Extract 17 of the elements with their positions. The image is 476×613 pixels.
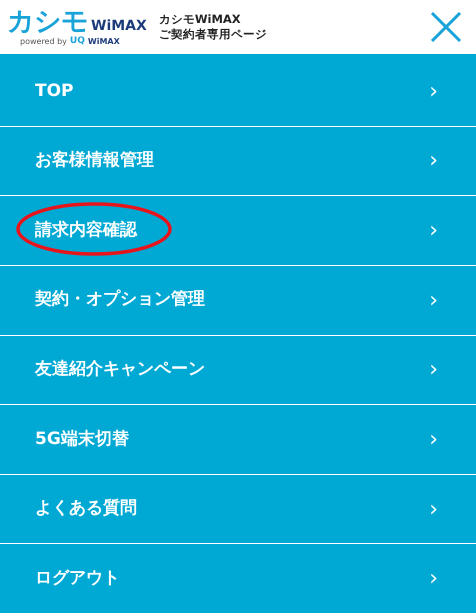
logo-brand: カシモ	[7, 8, 88, 35]
menu-item[interactable]: 5G端末切替 ›	[0, 405, 476, 474]
menu-item[interactable]: 請求内容確認 ›	[0, 196, 476, 265]
site-title: カシモWiMAX	[158, 12, 242, 27]
close-button[interactable]	[428, 9, 464, 45]
menu-item[interactable]: お客様情報管理 ›	[0, 126, 476, 196]
menu-item[interactable]: 契約・オプション管理 ›	[0, 266, 476, 334]
close-icon	[431, 12, 461, 42]
menu-item[interactable]: よくある質問 ›	[0, 474, 476, 544]
site-title: ご契約者専用ページ	[158, 27, 267, 42]
menu-item[interactable]: 友達紹介キャンペーン ›	[0, 336, 476, 404]
logo-product: WiMAX	[91, 19, 147, 33]
powered-by-text: powered by	[20, 38, 67, 46]
partner-mark: UQ	[70, 37, 85, 46]
menu-item[interactable]: ログアウト ›	[0, 544, 476, 613]
partner-name: WiMAX	[88, 38, 120, 46]
menu-item[interactable]: TOP ›	[0, 57, 476, 126]
